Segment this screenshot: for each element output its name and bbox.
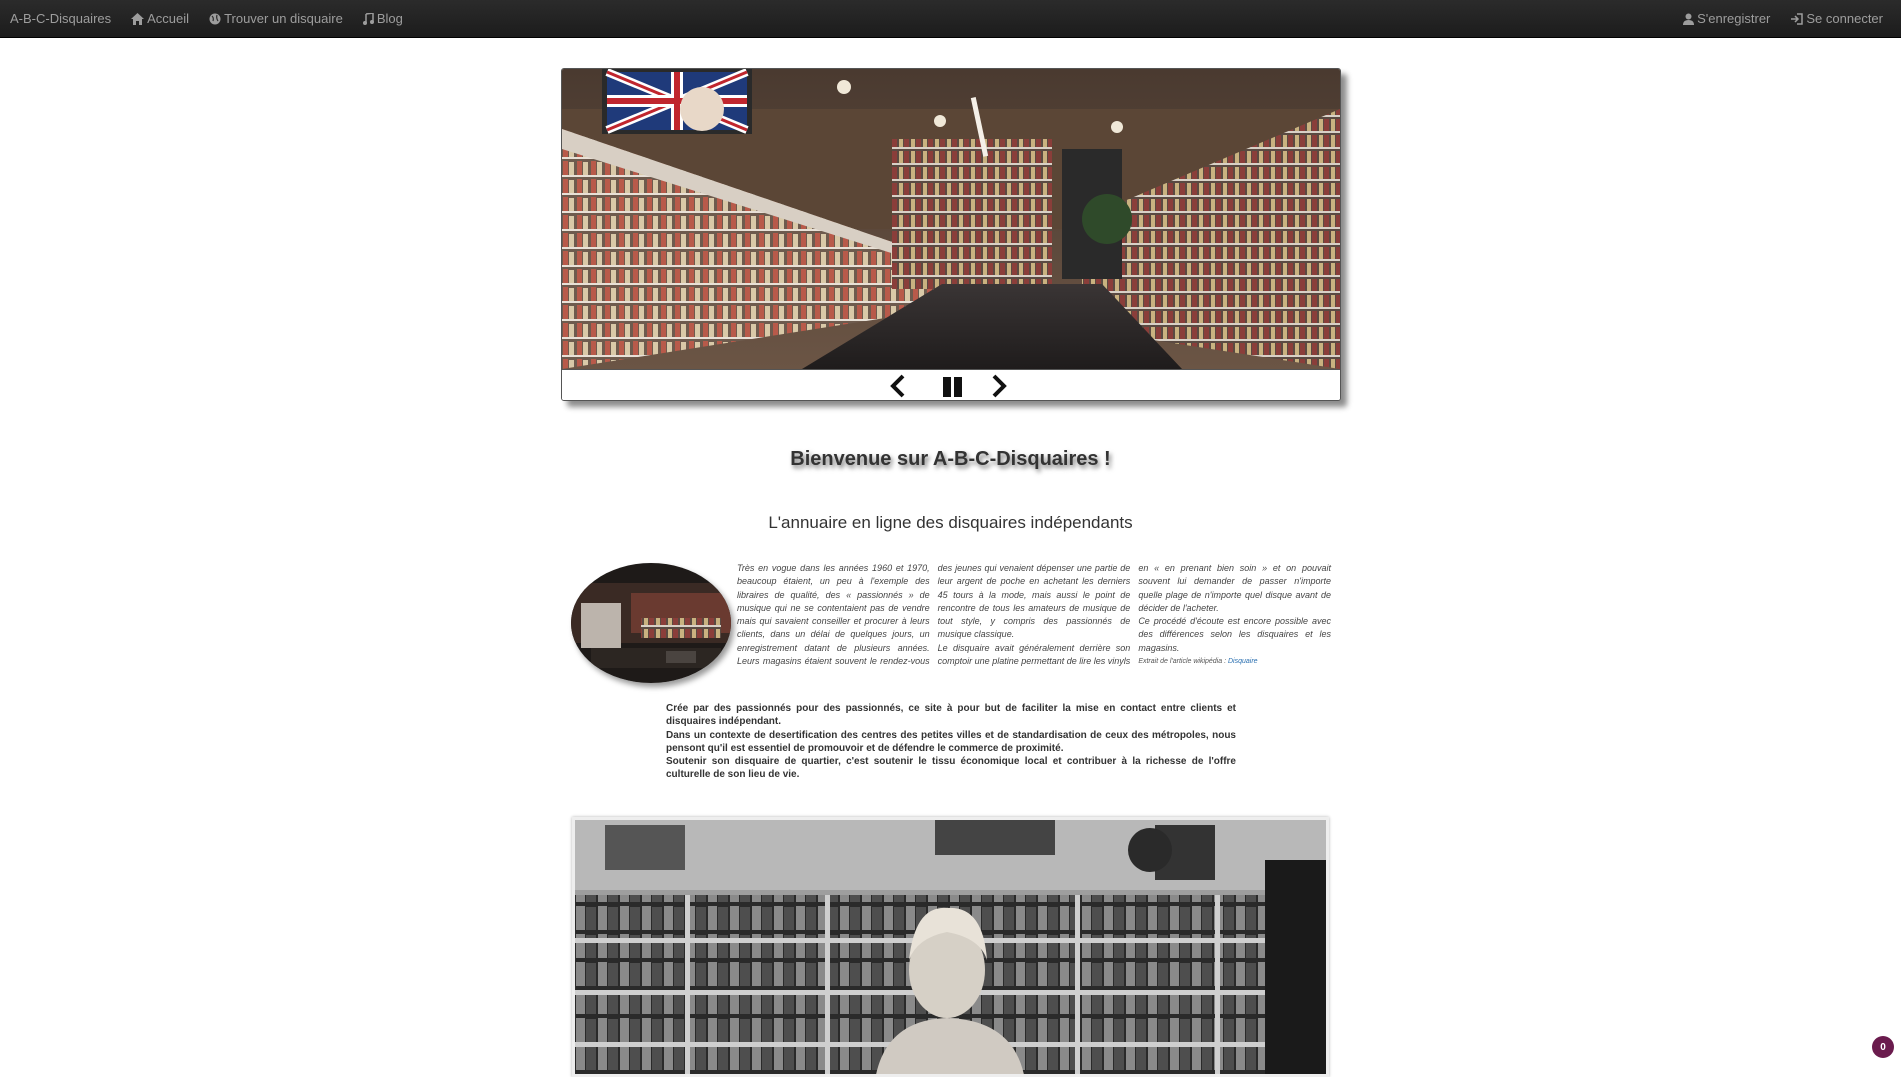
brand-link[interactable]: A-B-C-Disquaires bbox=[0, 11, 121, 26]
top-navbar: A-B-C-Disquaires Accueil Trouver un disq… bbox=[0, 0, 1901, 38]
nav-right-group: S'enregistrer Se connecter bbox=[1673, 11, 1901, 26]
carousel-controls bbox=[562, 369, 1340, 400]
globe-icon bbox=[209, 13, 221, 25]
wikipedia-excerpt: Très en vogue dans les années 1960 et 19… bbox=[737, 562, 1331, 672]
user-icon bbox=[1683, 13, 1695, 25]
mission-statement: Crée par des passionnés pour des passion… bbox=[666, 702, 1236, 782]
music-icon bbox=[362, 12, 374, 25]
nav-accueil-label: Accueil bbox=[147, 11, 190, 26]
welcome-title: Bienvenue sur A-B-C-Disquaires ! bbox=[790, 448, 1111, 470]
excerpt-source-prefix: Extrait de l'article wikipédia : bbox=[1138, 658, 1228, 666]
record-store-woman-photo bbox=[572, 817, 1329, 1077]
image-carousel bbox=[561, 68, 1341, 401]
nav-trouver-disquaire[interactable]: Trouver un disquaire bbox=[199, 11, 353, 26]
mission-paragraph: Soutenir son disquaire de quartier, c'es… bbox=[666, 756, 1236, 781]
nav-register-label: S'enregistrer bbox=[1697, 11, 1771, 26]
home-icon bbox=[131, 12, 145, 25]
notification-badge[interactable]: 0 bbox=[1872, 1036, 1894, 1058]
mission-paragraph: Dans un contexte de desertification des … bbox=[666, 729, 1236, 754]
nav-register[interactable]: S'enregistrer bbox=[1673, 11, 1780, 26]
carousel-pause-icon[interactable] bbox=[942, 376, 964, 400]
login-icon bbox=[1790, 12, 1804, 25]
excerpt-paragraph: Ce procédé d'écoute est encore possible … bbox=[1138, 616, 1331, 653]
nav-trouver-disquaire-label: Trouver un disquaire bbox=[224, 11, 343, 26]
nav-login-label: Se connecter bbox=[1806, 11, 1883, 26]
carousel-next-icon[interactable] bbox=[990, 374, 1008, 400]
carousel-prev-icon[interactable] bbox=[889, 374, 907, 400]
record-shop-oval-photo bbox=[571, 563, 731, 683]
wikipedia-disquaire-link[interactable]: Disquaire bbox=[1228, 658, 1258, 665]
nav-blog[interactable]: Blog bbox=[353, 11, 413, 26]
nav-accueil[interactable]: Accueil bbox=[121, 11, 199, 26]
welcome-subtitle: L'annuaire en ligne des disquaires indép… bbox=[768, 513, 1133, 532]
nav-login[interactable]: Se connecter bbox=[1780, 11, 1893, 26]
nav-blog-label: Blog bbox=[376, 11, 403, 26]
mission-paragraph: Crée par des passionnés pour des passion… bbox=[666, 703, 1236, 728]
excerpt-source: Extrait de l'article wikipédia : Disquai… bbox=[1138, 655, 1331, 668]
carousel-slide-record-store bbox=[562, 69, 1340, 369]
